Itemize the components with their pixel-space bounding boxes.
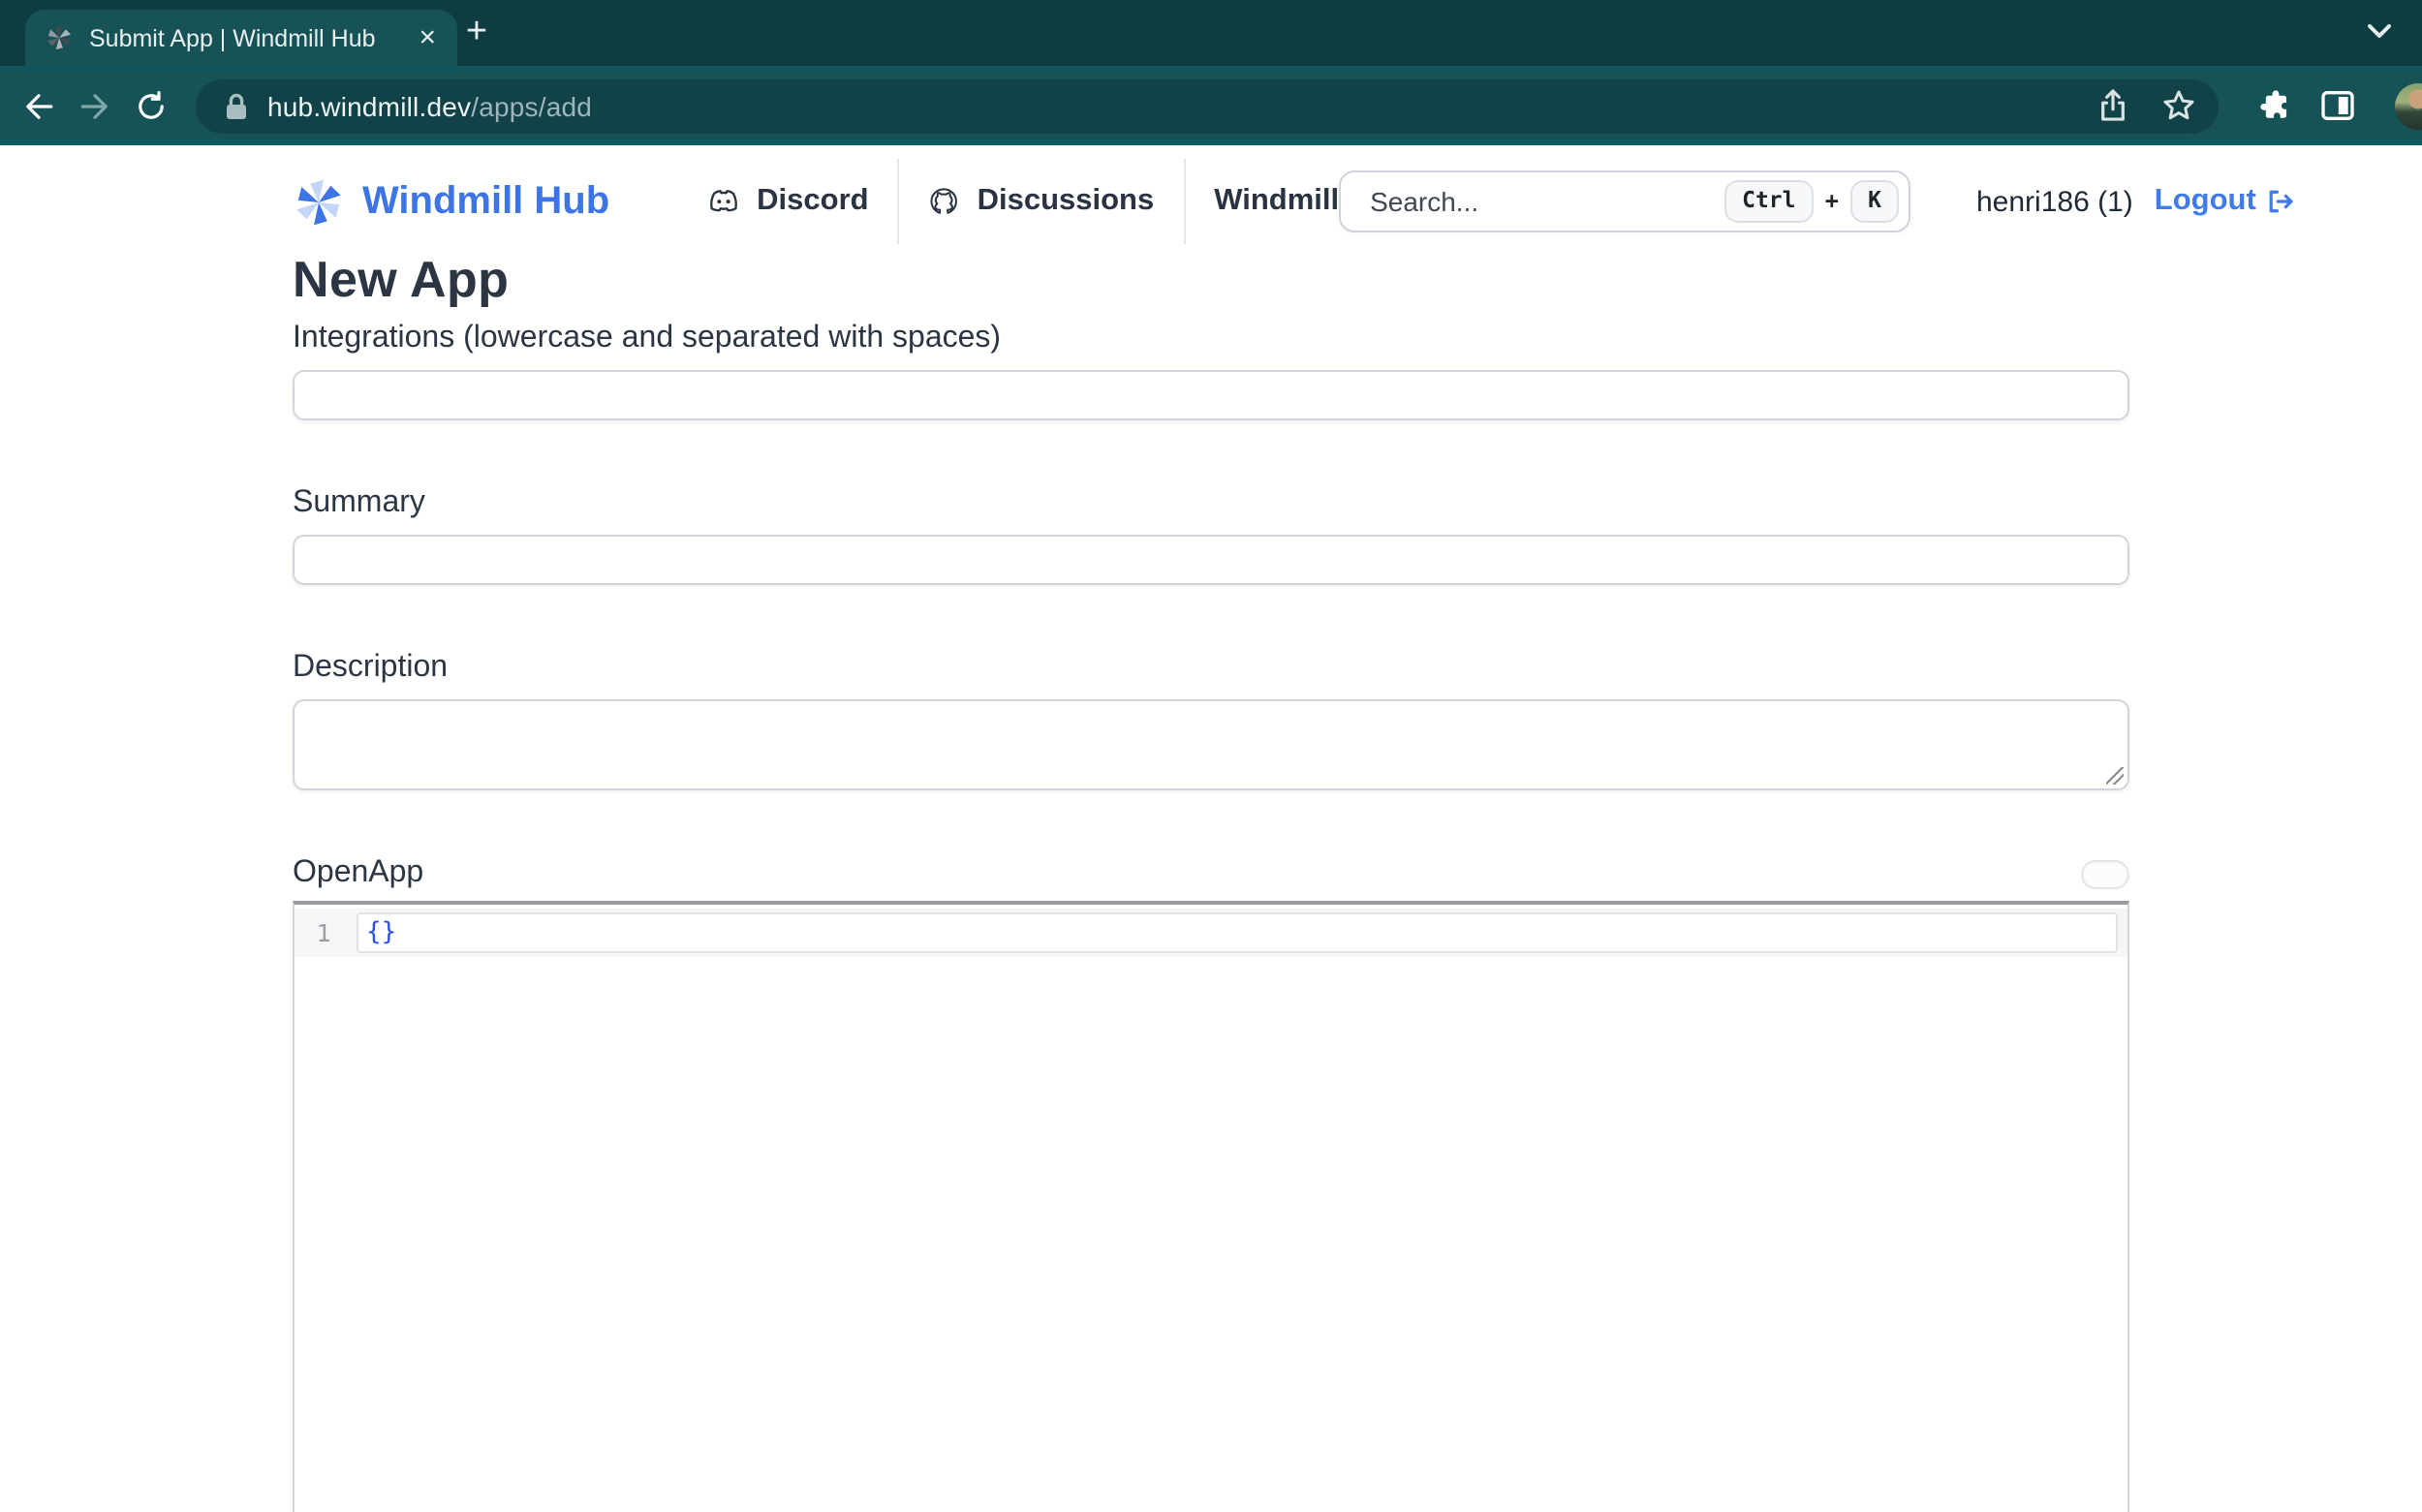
back-button[interactable] xyxy=(23,90,54,121)
tab-close-icon[interactable]: × xyxy=(415,23,440,52)
nav-label: Windmill xyxy=(1214,184,1339,219)
new-tab-button[interactable]: + xyxy=(451,8,502,58)
description-field: Description xyxy=(293,651,2129,790)
browser-toolbar: hub.windmill.dev/apps/add xyxy=(0,66,2422,139)
site-header: Windmill Hub Discord xyxy=(293,145,2129,229)
brand-link[interactable]: Windmill Hub xyxy=(293,175,609,228)
tab-strip: Submit App | Windmill Hub × + xyxy=(0,0,2422,66)
nav-item-discussions[interactable]: Discussions xyxy=(929,184,1155,219)
editor-toggle[interactable] xyxy=(2081,859,2129,888)
nav-separator xyxy=(898,159,900,244)
bookmark-star-icon[interactable] xyxy=(2162,89,2195,122)
share-icon[interactable] xyxy=(2098,89,2127,122)
side-panel-icon[interactable] xyxy=(2321,91,2354,120)
username: henri186 (1) xyxy=(1976,185,2133,218)
integrations-field: Integrations (lowercase and separated wi… xyxy=(293,322,2129,420)
search-input[interactable] xyxy=(1366,184,1724,219)
browser-window: Submit App | Windmill Hub × + hub.windmi… xyxy=(0,0,2422,1512)
nav-label: Discussions xyxy=(978,184,1155,219)
browser-tab[interactable]: Submit App | Windmill Hub × xyxy=(25,10,457,66)
description-label: Description xyxy=(293,651,2129,686)
logout-icon xyxy=(2266,186,2297,217)
logout-label: Logout xyxy=(2155,184,2256,219)
brand-name: Windmill Hub xyxy=(362,179,609,224)
nav-item-windmill[interactable]: Windmill xyxy=(1214,184,1339,219)
url-text: hub.windmill.dev/apps/add xyxy=(267,90,592,121)
summary-input[interactable] xyxy=(293,535,2129,585)
lock-icon[interactable] xyxy=(225,92,248,119)
url-bar[interactable]: hub.windmill.dev/apps/add xyxy=(196,78,2219,133)
integrations-label: Integrations (lowercase and separated wi… xyxy=(293,322,2129,356)
logout-link[interactable]: Logout xyxy=(2155,184,2297,219)
kbd-k: K xyxy=(1850,180,1899,223)
discord-icon xyxy=(706,188,739,215)
profile-avatar[interactable] xyxy=(2395,82,2422,129)
nav-item-discord[interactable]: Discord xyxy=(706,184,868,219)
code-text: {} xyxy=(366,918,396,947)
page-body: Windmill Hub Discord xyxy=(0,145,2422,1512)
openapp-header-row: OpenApp xyxy=(293,856,2129,891)
url-path: /apps/add xyxy=(471,90,592,121)
integrations-input[interactable] xyxy=(293,370,2129,420)
reload-button[interactable] xyxy=(136,90,167,121)
github-icon xyxy=(929,186,960,217)
user-area: henri186 (1) Logout xyxy=(1976,184,2297,219)
page-title: New App xyxy=(293,250,2129,310)
summary-field: Summary xyxy=(293,486,2129,585)
tab-search-chevron-icon[interactable] xyxy=(2366,21,2393,41)
windmill-favicon-icon xyxy=(45,23,74,52)
extensions-puzzle-icon[interactable] xyxy=(2259,89,2292,122)
kbd-ctrl: Ctrl xyxy=(1724,180,1813,223)
kbd-plus: + xyxy=(1825,188,1840,215)
search-box[interactable]: Ctrl + K xyxy=(1339,170,1910,232)
nav-label: Discord xyxy=(757,184,868,219)
url-host: hub.windmill.dev xyxy=(267,90,471,121)
summary-label: Summary xyxy=(293,486,2129,521)
main-nav: Discord Discussions Windmill xyxy=(706,159,1339,244)
tab-title: Submit App | Windmill Hub xyxy=(89,24,399,51)
textarea-resize-handle[interactable] xyxy=(2106,767,2124,785)
description-textarea[interactable] xyxy=(293,699,2129,790)
forward-button[interactable] xyxy=(79,90,110,121)
line-number: 1 xyxy=(295,909,353,957)
openapp-label: OpenApp xyxy=(293,856,423,891)
openapp-code-editor[interactable]: 1 {} xyxy=(293,901,2129,1512)
windmill-logo-icon xyxy=(293,175,345,228)
search-shortcut: Ctrl + K xyxy=(1724,180,1899,223)
active-line[interactable]: {} xyxy=(357,912,2118,953)
nav-separator xyxy=(1183,159,1185,244)
